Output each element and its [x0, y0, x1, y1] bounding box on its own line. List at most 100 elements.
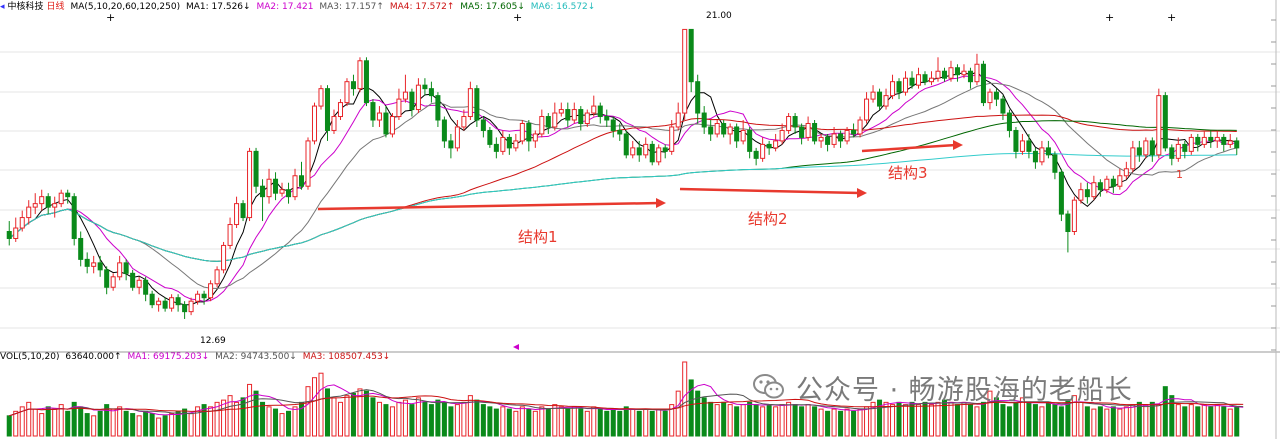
candle	[519, 120, 525, 145]
volume-bar	[604, 410, 610, 437]
volume-bar	[389, 406, 395, 437]
high-price-label: 21.00	[706, 11, 732, 21]
scroll-marker-icon[interactable]	[513, 344, 519, 350]
candle-body	[474, 88, 480, 121]
volume-bar	[1227, 408, 1233, 437]
volume-bar	[337, 401, 343, 437]
candle-body	[448, 140, 454, 149]
candle-body	[240, 203, 246, 219]
candle-body	[708, 126, 714, 135]
candle-body	[1110, 178, 1116, 187]
volume-bar	[786, 401, 792, 437]
candle	[409, 88, 415, 117]
candle-body	[84, 258, 90, 267]
candle	[6, 221, 12, 246]
candle-body	[954, 67, 960, 76]
candle-body	[422, 84, 428, 90]
volume-bar	[831, 408, 837, 437]
volume-bar	[1149, 401, 1155, 437]
candle	[552, 102, 558, 131]
volume-bar	[6, 415, 12, 437]
candle-body	[779, 129, 785, 142]
candle-body	[714, 122, 720, 135]
volume-bar	[149, 413, 155, 437]
candle	[84, 252, 90, 274]
volume-bar	[91, 415, 97, 437]
volume-bar	[435, 399, 441, 437]
candle	[662, 144, 668, 159]
candle	[1039, 140, 1045, 166]
volume-bar	[532, 410, 538, 437]
volume-bar	[1123, 406, 1129, 437]
candle-body	[188, 300, 194, 313]
volume-bar	[584, 410, 590, 437]
candle-body	[65, 192, 71, 198]
candle	[941, 67, 948, 82]
candle-body	[1162, 95, 1168, 149]
volume-bar	[273, 408, 279, 437]
volume-bar	[747, 401, 753, 437]
candle-body	[279, 189, 285, 194]
volume-bar	[1104, 408, 1110, 437]
candle	[396, 88, 402, 121]
candle-body	[922, 74, 928, 83]
candle-body	[662, 147, 668, 152]
volume-bar	[896, 401, 902, 437]
candle	[1110, 175, 1116, 194]
volume-bar	[156, 417, 162, 437]
candle	[1117, 168, 1123, 190]
volume-bar	[52, 408, 58, 437]
candle-body	[649, 143, 655, 163]
candle-body	[227, 224, 233, 246]
volume-bar	[909, 401, 915, 437]
candle-body	[877, 91, 883, 107]
candle-body	[753, 150, 759, 159]
volume-bar	[84, 413, 90, 437]
candle-body	[883, 95, 889, 107]
volume-bar	[688, 379, 694, 437]
volume-bar	[253, 390, 259, 437]
volume-bar	[247, 383, 253, 437]
volume-bar	[1032, 404, 1038, 437]
volume-bar	[967, 404, 973, 437]
candle-body	[208, 283, 214, 299]
volume-bar	[980, 401, 986, 437]
candle	[571, 102, 577, 124]
candle-body	[6, 231, 12, 239]
candle-body	[123, 262, 129, 274]
candle	[71, 193, 77, 246]
volume-bar	[526, 408, 532, 437]
candle-body	[734, 126, 740, 142]
candle-body	[558, 109, 564, 114]
candle	[688, 28, 694, 93]
candle	[169, 294, 175, 312]
candle-body	[110, 276, 116, 288]
volume-bar	[1143, 404, 1149, 437]
candle	[922, 71, 928, 86]
candle	[32, 193, 38, 215]
candle-body	[760, 143, 766, 159]
volume-bar	[662, 410, 668, 437]
candle	[740, 120, 746, 145]
candle	[1123, 161, 1129, 180]
candle	[311, 102, 318, 145]
candle-body	[792, 116, 798, 128]
candle-body	[415, 84, 421, 111]
candle-body	[149, 293, 155, 306]
candle-body	[71, 196, 77, 239]
candle	[247, 147, 253, 222]
callout-1-label: 1	[1176, 168, 1183, 181]
candle	[1234, 137, 1240, 155]
candle-body	[247, 150, 253, 219]
volume-bar	[838, 410, 844, 437]
structure2-arrowhead	[857, 188, 867, 198]
candle-body	[389, 116, 395, 135]
candle	[91, 255, 97, 274]
candle-body	[643, 143, 649, 156]
candle-body	[903, 77, 909, 93]
candle-body	[91, 262, 97, 267]
volume-bar	[1091, 408, 1097, 437]
candle-body	[675, 112, 681, 128]
volume-bar	[935, 401, 941, 437]
candle	[812, 120, 818, 145]
